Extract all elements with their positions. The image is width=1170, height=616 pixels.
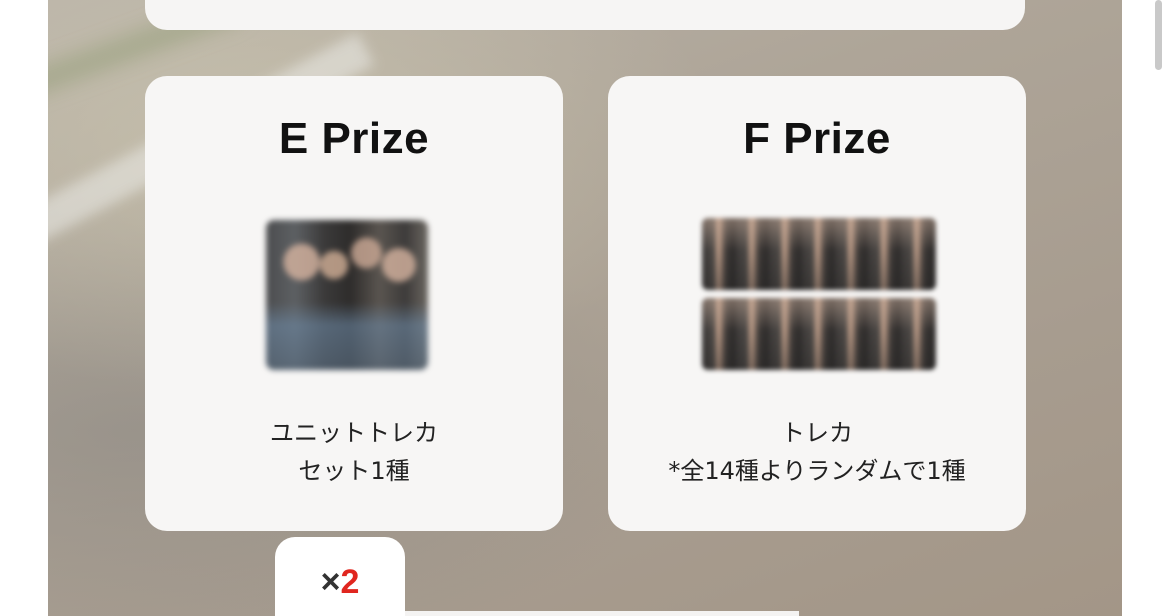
screen: E Prize ユニットトレカ セット1種 F Prize トレカ *全14種よ… — [0, 0, 1170, 616]
prize-description-line: *全14種よりランダムで1種 — [668, 457, 966, 485]
prize-card-e[interactable]: E Prize ユニットトレカ セット1種 — [145, 76, 563, 531]
prize-description-line: トレカ — [781, 419, 853, 447]
photo-strip — [702, 298, 936, 370]
prize-description-line: ユニットトレカ — [270, 419, 438, 447]
quantity-count: 2 — [340, 563, 360, 601]
quantity-label: ×2 — [275, 563, 405, 602]
scrollbar-track[interactable] — [1150, 0, 1170, 616]
photo-strip — [702, 218, 936, 290]
prize-description: ユニットトレカ セット1種 — [145, 414, 563, 490]
prize-card-f[interactable]: F Prize トレカ *全14種よりランダムで1種 — [608, 76, 1026, 531]
prize-title: E Prize — [278, 114, 430, 163]
next-section-edge — [405, 611, 799, 616]
quantity-tab: ×2 — [275, 537, 405, 616]
prize-image — [266, 220, 428, 370]
background-photo: E Prize ユニットトレカ セット1種 F Prize トレカ *全14種よ… — [48, 0, 1122, 616]
previous-prize-card — [145, 0, 1025, 30]
prize-description-line: セット1種 — [298, 457, 410, 485]
scrollbar-thumb[interactable] — [1155, 0, 1162, 70]
prize-description: トレカ *全14種よりランダムで1種 — [608, 414, 1026, 490]
multiply-icon: × — [320, 563, 341, 601]
prize-title: F Prize — [743, 114, 891, 163]
prize-image — [702, 218, 936, 370]
